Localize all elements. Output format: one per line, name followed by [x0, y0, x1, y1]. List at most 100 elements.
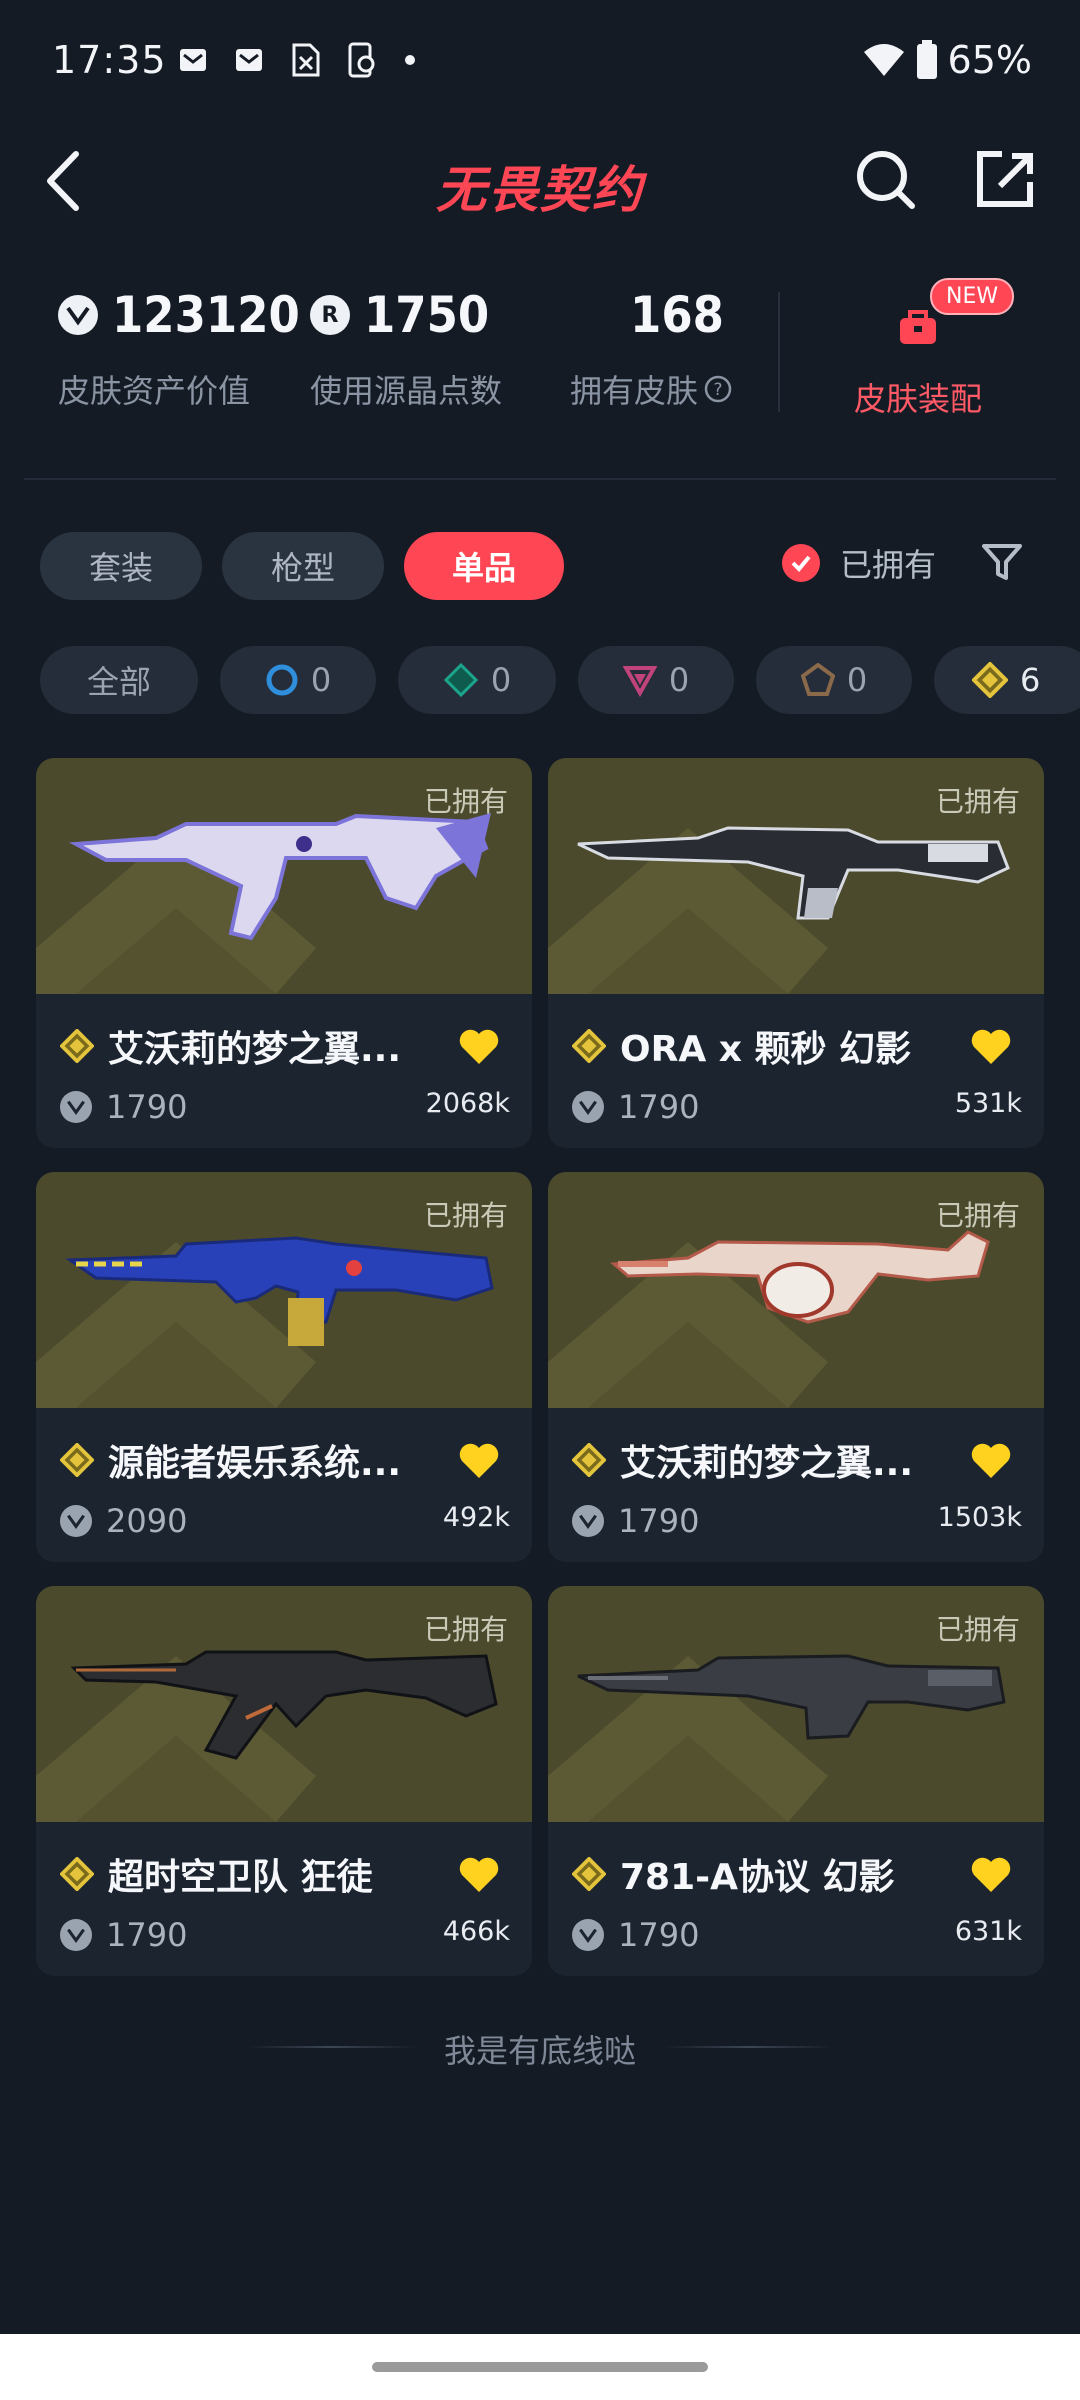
owned-tag: 已拥有: [935, 1613, 1020, 1646]
skin-name: 源能者娱乐系统...: [108, 1443, 402, 1484]
vp-coin-icon: [60, 1919, 92, 1951]
status-right: 65%: [862, 38, 1032, 82]
check-icon: [782, 544, 820, 582]
tab-sets[interactable]: 套装: [40, 532, 202, 600]
help-icon[interactable]: ?: [704, 375, 732, 403]
skin-name: 艾沃莉的梦之翼...: [620, 1443, 914, 1484]
page-title: 无畏契约: [436, 161, 644, 219]
loadout-bag-icon: [900, 310, 936, 344]
skin-card[interactable]: 已拥有 超时空卫队 狂徒 1790 466k: [36, 1586, 532, 1976]
mail-icon: [236, 49, 262, 71]
vp-coin-icon: [572, 1505, 604, 1537]
deluxe-tier-icon: [443, 662, 478, 698]
owned-tag: 已拥有: [423, 1199, 508, 1232]
vp-coin-icon: [572, 1919, 604, 1951]
filter-icon: [982, 544, 1022, 580]
skin-card[interactable]: 已拥有 781-A协议 幻影 1790 631k: [548, 1586, 1044, 1976]
share-icon: [977, 151, 1033, 207]
stat-label: 皮肤资产价值: [58, 372, 251, 410]
skin-image: 已拥有: [548, 1172, 1044, 1408]
like-count: 1503k: [937, 1502, 1022, 1533]
chip-count: 0: [490, 661, 512, 699]
chip-count: 0: [846, 661, 868, 699]
share-button[interactable]: [972, 146, 1038, 212]
stat-value: 168: [630, 286, 724, 344]
premium-tier-icon: [622, 666, 657, 697]
skin-image: 已拥有: [36, 1172, 532, 1408]
svg-text:?: ?: [714, 380, 723, 400]
like-count: 631k: [954, 1916, 1022, 1947]
skin-price: 1790: [618, 1088, 700, 1126]
like-count: 466k: [442, 1916, 510, 1947]
vp-coin-icon: [572, 1091, 604, 1123]
skin-card[interactable]: 已拥有 艾沃莉的梦之翼... 1790 1503k: [548, 1172, 1044, 1562]
home-indicator[interactable]: [372, 2362, 708, 2372]
like-count: 2068k: [425, 1088, 510, 1119]
stat-owned-skins: 168 拥有皮肤 ?: [570, 286, 732, 412]
stat-label: 拥有皮肤: [570, 372, 699, 410]
owned-tag: 已拥有: [935, 1199, 1020, 1232]
vp-coin-icon: [60, 1505, 92, 1537]
heart-icon[interactable]: [458, 1028, 500, 1066]
battery-icon: [916, 40, 937, 79]
end-of-list-text: 我是有底线哒: [443, 2032, 636, 2070]
skin-price: 1790: [106, 1916, 188, 1954]
heart-icon[interactable]: [970, 1028, 1012, 1066]
owned-tag: 已拥有: [423, 785, 508, 818]
battery-level: 65%: [947, 38, 1032, 82]
skin-name: ORA x 颗秒 幻影: [620, 1029, 912, 1070]
skin-name: 超时空卫队 狂徒: [108, 1857, 373, 1898]
skin-loadout-button[interactable]: NEW 皮肤装配: [838, 278, 1015, 420]
skin-price: 1790: [618, 1916, 700, 1954]
stat-value: 123120: [112, 286, 300, 344]
skin-image: 已拥有: [548, 758, 1044, 994]
heart-icon[interactable]: [458, 1442, 500, 1480]
vp-coin-icon: [58, 295, 98, 335]
heart-icon[interactable]: [458, 1856, 500, 1894]
filter-button[interactable]: [980, 540, 1024, 588]
chip-premium-tier[interactable]: 0: [578, 646, 734, 714]
ultra-tier-icon: [572, 1443, 606, 1477]
exclusive-tier-icon: [800, 663, 835, 696]
chip-count: 6: [1020, 661, 1041, 699]
ultra-tier-icon: [572, 1029, 606, 1063]
skin-price: 1790: [106, 1088, 188, 1126]
chip-select-tier[interactable]: 0: [220, 646, 376, 714]
search-icon: [857, 151, 915, 209]
chip-exclusive-tier[interactable]: 0: [756, 646, 912, 714]
skin-image: 已拥有: [36, 1586, 532, 1822]
select-tier-icon: [266, 664, 298, 696]
search-button[interactable]: [852, 146, 918, 212]
heart-icon[interactable]: [970, 1856, 1012, 1894]
chip-count: 0: [310, 661, 332, 699]
skin-image: 已拥有: [548, 1586, 1044, 1822]
chip-all[interactable]: 全部: [40, 646, 198, 714]
ultra-tier-icon: [60, 1029, 94, 1063]
stat-asset-value: 123120 皮肤资产价值: [58, 286, 300, 412]
ultra-tier-icon: [60, 1443, 94, 1477]
skin-price: 1790: [618, 1502, 700, 1540]
heart-icon[interactable]: [970, 1442, 1012, 1480]
skin-name: 艾沃莉的梦之翼...: [108, 1029, 402, 1070]
ultra-tier-icon: [60, 1857, 94, 1891]
owned-tag: 已拥有: [935, 785, 1020, 818]
owned-filter-toggle[interactable]: 已拥有: [782, 540, 936, 586]
skin-card[interactable]: 已拥有 源能者娱乐系统... 2090 492k: [36, 1172, 532, 1562]
status-time: 17:35: [52, 38, 167, 82]
stat-value: 1750: [364, 286, 490, 344]
skin-card[interactable]: 已拥有 艾沃莉的梦之翼... 1790 2068k: [36, 758, 532, 1148]
chip-deluxe-tier[interactable]: 0: [398, 646, 556, 714]
stat-label: 使用源晶点数: [310, 372, 503, 410]
tab-weapon-types[interactable]: 枪型: [222, 532, 384, 600]
notification-icons: [178, 42, 416, 78]
tab-single-items[interactable]: 单品: [404, 532, 564, 600]
chip-ultra-tier[interactable]: 6: [934, 646, 1080, 714]
chip-count: 0: [668, 661, 690, 699]
mail-icon: [180, 49, 206, 71]
new-badge: NEW: [930, 278, 1015, 315]
skin-name: 781-A协议 幻影: [620, 1857, 895, 1898]
stat-radianite-points: R 1750 使用源晶点数: [310, 286, 502, 412]
stats-divider: [778, 292, 780, 412]
skin-card[interactable]: 已拥有 ORA x 颗秒 幻影 1790 531k: [548, 758, 1044, 1148]
vp-coin-icon: [60, 1091, 92, 1123]
